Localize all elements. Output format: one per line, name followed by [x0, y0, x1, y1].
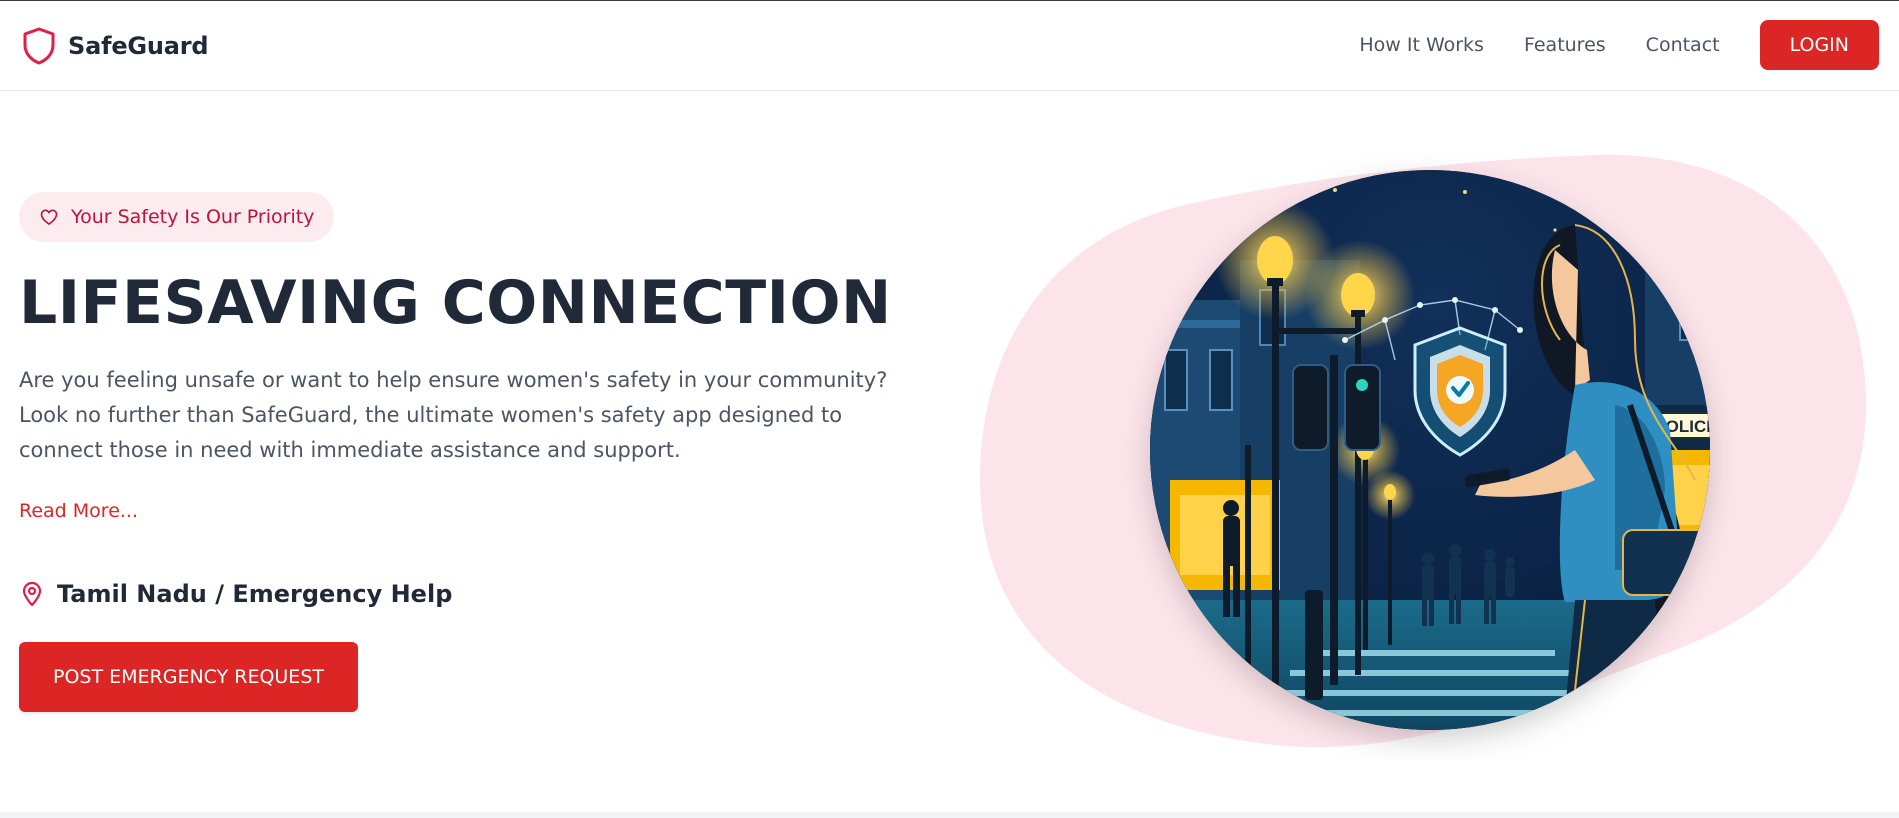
brand-logo[interactable]: SafeGuard [22, 27, 209, 65]
login-button[interactable]: LOGIN [1759, 20, 1879, 70]
location-info: Tamil Nadu / Emergency Help [21, 580, 452, 608]
heart-icon [39, 207, 59, 227]
post-emergency-request-button[interactable]: POST EMERGENCY REQUEST [19, 642, 358, 712]
hero-illustration: POLICE [975, 150, 1875, 760]
priority-badge: Your Safety Is Our Priority [19, 192, 335, 242]
navbar: SafeGuard How It Works Features Contact … [0, 1, 1899, 91]
hero-title: LIFESAVING CONNECTION [19, 268, 892, 338]
section-divider [0, 812, 1899, 818]
brand-name: SafeGuard [68, 32, 209, 60]
hero-description: Are you feeling unsafe or want to help e… [19, 368, 888, 462]
shield-icon [22, 27, 56, 65]
location-text: Tamil Nadu / Emergency Help [57, 580, 453, 608]
badge-text: Your Safety Is Our Priority [71, 206, 315, 228]
nav-link-contact[interactable]: Contact [1646, 34, 1720, 56]
read-more-link[interactable]: Read More... [19, 500, 138, 522]
nav-links: How It Works Features Contact LOGIN [1359, 20, 1879, 70]
map-pin-icon [21, 581, 43, 607]
nav-link-features[interactable]: Features [1524, 34, 1606, 56]
nav-link-how-it-works[interactable]: How It Works [1359, 34, 1484, 56]
